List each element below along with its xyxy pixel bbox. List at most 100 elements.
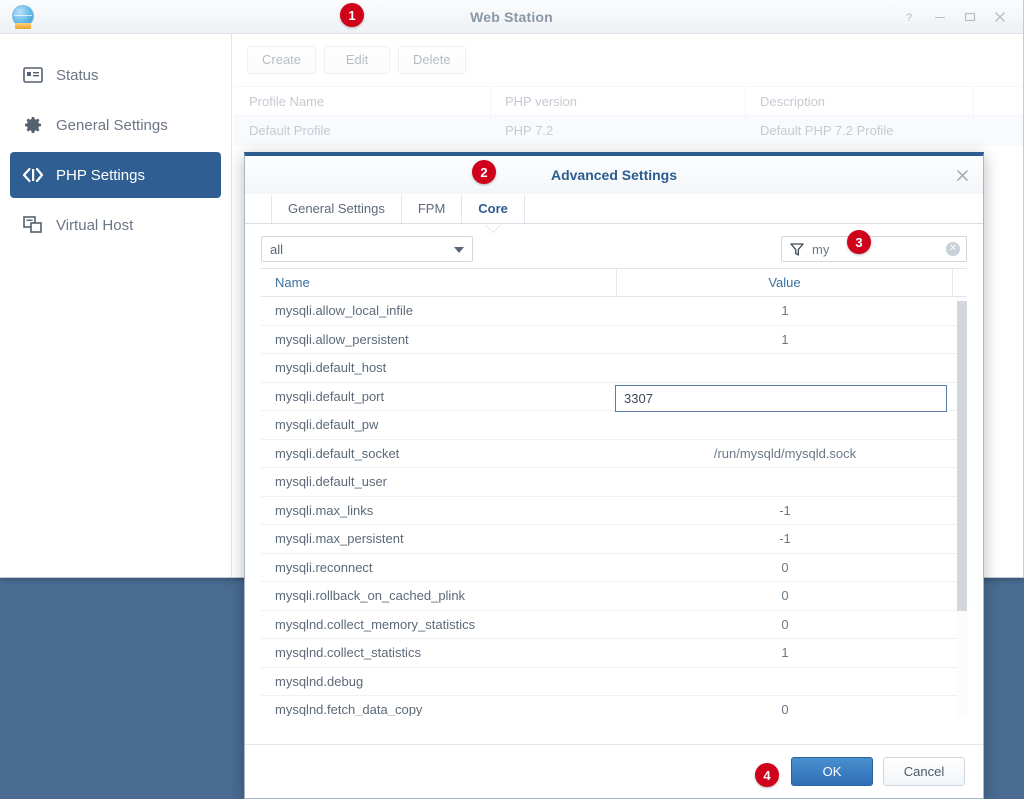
tab-fpm[interactable]: FPM: [402, 195, 462, 223]
table-row[interactable]: mysqlnd.collect_memory_statistics0: [261, 611, 967, 640]
window-titlebar: Web Station ?: [0, 0, 1023, 34]
column-header-value[interactable]: Value: [617, 269, 953, 296]
table-row[interactable]: mysqli.rollback_on_cached_plink0: [261, 582, 967, 611]
cell-setting-name: mysqlnd.collect_statistics: [261, 645, 617, 660]
cell-setting-name: mysqli.default_user: [261, 474, 617, 489]
table-row[interactable]: mysqli.max_persistent-1: [261, 525, 967, 554]
setting-value-input[interactable]: [615, 385, 947, 412]
sidebar-item-general-settings[interactable]: General Settings: [10, 102, 221, 148]
cell-setting-name: mysqlnd.collect_memory_statistics: [261, 617, 617, 632]
cell-setting-value[interactable]: 1: [617, 303, 953, 318]
cell-pad: [974, 116, 1023, 146]
table-row[interactable]: mysqlnd.collect_statistics1: [261, 639, 967, 668]
sidebar-item-virtual-host[interactable]: Virtual Host: [10, 202, 221, 248]
table-row[interactable]: mysqli.reconnect0: [261, 554, 967, 583]
cell-setting-name: mysqlnd.fetch_data_copy: [261, 702, 617, 716]
cell-setting-name: mysqli.allow_local_infile: [261, 303, 617, 318]
clear-icon[interactable]: ✕: [946, 242, 960, 256]
table-row[interactable]: mysqli.default_user: [261, 468, 967, 497]
delete-button[interactable]: Delete: [398, 46, 466, 74]
table-row[interactable]: mysqli.allow_local_infile1: [261, 297, 967, 326]
settings-table-header: Name Value: [261, 269, 967, 297]
gear-icon: [22, 114, 44, 136]
table-row[interactable]: mysqli.default_host: [261, 354, 967, 383]
cell-setting-name: mysqli.default_socket: [261, 446, 617, 461]
cell-setting-value[interactable]: 1: [617, 332, 953, 347]
table-row[interactable]: mysqli.default_pw: [261, 411, 967, 440]
profiles-table: Profile Name PHP version Description Def…: [233, 86, 1023, 146]
tab-general-settings[interactable]: General Settings: [271, 195, 402, 223]
cell-setting-name: mysqli.reconnect: [261, 560, 617, 575]
close-icon[interactable]: [951, 164, 973, 186]
search-input-value: my: [812, 242, 829, 257]
cell-setting-name: mysqli.max_persistent: [261, 531, 617, 546]
settings-table-body[interactable]: mysqli.allow_local_infile1mysqli.allow_p…: [261, 297, 967, 716]
cell-setting-name: mysqli.default_host: [261, 360, 617, 375]
svg-text:?: ?: [906, 12, 912, 23]
cell-setting-value[interactable]: -1: [617, 503, 953, 518]
settings-table: Name Value mysqli.allow_local_infile1mys…: [261, 268, 967, 716]
cell-profile-name: Default Profile: [233, 116, 491, 146]
column-header-description[interactable]: Description: [746, 87, 974, 115]
table-row[interactable]: mysqli.default_socket/run/mysqld/mysqld.…: [261, 440, 967, 469]
scope-select-value: all: [270, 242, 283, 257]
cell-setting-name: mysqli.max_links: [261, 503, 617, 518]
cell-setting-name: mysqli.rollback_on_cached_plink: [261, 588, 617, 603]
cell-description: Default PHP 7.2 Profile: [746, 116, 974, 146]
sidebar-item-status[interactable]: Status: [10, 52, 221, 98]
close-icon[interactable]: [985, 0, 1015, 34]
search-input[interactable]: my ✕: [781, 236, 967, 262]
cancel-button[interactable]: Cancel: [883, 757, 965, 786]
create-button[interactable]: Create: [247, 46, 316, 74]
table-header-row: Profile Name PHP version Description: [233, 86, 1023, 116]
column-header-pad: [953, 269, 967, 296]
step-badge-4: 4: [755, 763, 779, 787]
window-controls: ?: [895, 0, 1015, 34]
scope-select[interactable]: all: [261, 236, 473, 262]
edit-button[interactable]: Edit: [324, 46, 390, 74]
sidebar-item-label: Status: [56, 67, 99, 84]
table-row[interactable]: Default Profile PHP 7.2 Default PHP 7.2 …: [233, 116, 1023, 146]
table-row[interactable]: mysqli.allow_persistent1: [261, 326, 967, 355]
cell-setting-value[interactable]: 0: [617, 617, 953, 632]
step-badge-3: 3: [847, 230, 871, 254]
dialog-title: Advanced Settings: [245, 156, 983, 194]
column-header-profile-name[interactable]: Profile Name: [233, 87, 491, 115]
table-row[interactable]: mysqlnd.debug: [261, 668, 967, 697]
cell-setting-name: mysqli.allow_persistent: [261, 332, 617, 347]
filter-icon: [790, 243, 804, 256]
sidebar-item-label: Virtual Host: [56, 217, 133, 234]
dialog-tabs: General Settings FPM Core: [245, 194, 983, 224]
help-icon[interactable]: ?: [895, 0, 925, 34]
cell-setting-name: mysqlnd.debug: [261, 674, 617, 689]
step-badge-1: 1: [340, 3, 364, 27]
cell-setting-value[interactable]: -1: [617, 531, 953, 546]
advanced-settings-dialog: Advanced Settings General Settings FPM C…: [244, 152, 984, 799]
cell-php-version: PHP 7.2: [491, 116, 746, 146]
sidebar-item-label: PHP Settings: [56, 167, 145, 184]
column-header-name[interactable]: Name: [261, 269, 617, 296]
windows-icon: [22, 214, 44, 236]
chevron-down-icon: [454, 247, 464, 253]
dialog-footer: OK Cancel: [245, 744, 983, 798]
sidebar-item-php-settings[interactable]: PHP Settings: [10, 152, 221, 198]
sidebar-item-label: General Settings: [56, 117, 168, 134]
cell-setting-value[interactable]: 0: [617, 560, 953, 575]
profiles-toolbar: Create Edit Delete: [233, 34, 1023, 80]
window-title: Web Station: [0, 0, 1023, 34]
minimize-icon[interactable]: [925, 0, 955, 34]
table-row[interactable]: mysqli.max_links-1: [261, 497, 967, 526]
scrollbar-thumb[interactable]: [957, 301, 967, 611]
table-row[interactable]: mysqli.default_port: [261, 383, 967, 412]
maximize-icon[interactable]: [955, 0, 985, 34]
cell-setting-value[interactable]: 1: [617, 645, 953, 660]
ok-button[interactable]: OK: [791, 757, 873, 786]
code-icon: [22, 164, 44, 186]
cell-setting-value[interactable]: /run/mysqld/mysqld.sock: [617, 446, 953, 461]
cell-setting-value[interactable]: 0: [617, 588, 953, 603]
cell-setting-value[interactable]: 0: [617, 702, 953, 716]
column-header-php-version[interactable]: PHP version: [491, 87, 746, 115]
tab-core[interactable]: Core: [462, 195, 525, 223]
table-row[interactable]: mysqlnd.fetch_data_copy0: [261, 696, 967, 716]
vertical-scrollbar[interactable]: [957, 297, 967, 716]
